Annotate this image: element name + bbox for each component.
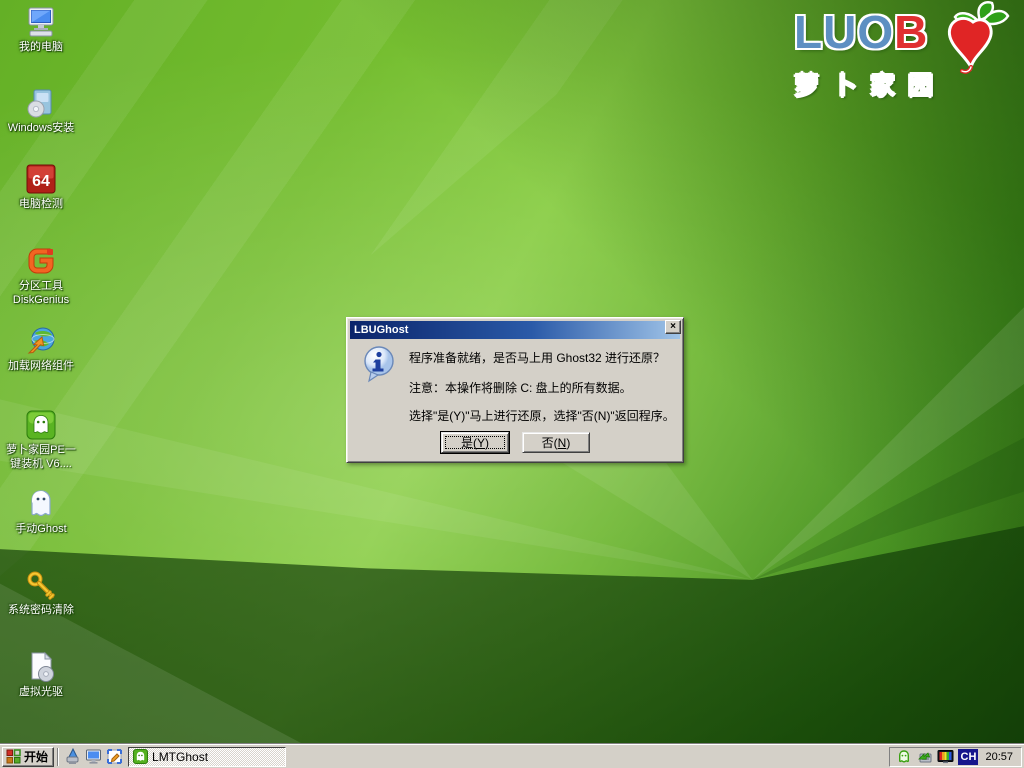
desktop-icon-windows-install[interactable]: Windows安装: [2, 86, 80, 134]
start-label: 开始: [24, 748, 48, 765]
dialog-line-1: 程序准备就绪，是否马上用 Ghost32 进行还原？: [409, 349, 665, 366]
task-button-label: LMTGhost: [152, 750, 208, 764]
ghost-icon: [24, 487, 58, 521]
desktop-icon-my-computer[interactable]: 我的电脑: [2, 5, 80, 53]
desktop-icon-label: 我的电脑: [19, 41, 63, 53]
green-ghost-icon: [24, 408, 58, 442]
tray-hardware-icon[interactable]: [916, 748, 933, 765]
yes-button[interactable]: 是(Y): [441, 432, 509, 453]
close-icon[interactable]: ×: [665, 320, 681, 334]
my-computer-icon: [24, 5, 58, 39]
tray-clock: 20:57: [982, 751, 1016, 763]
key-icon: [24, 568, 58, 602]
quicklaunch-sweep-icon[interactable]: [62, 747, 83, 767]
start-button[interactable]: 开始: [2, 747, 54, 767]
badge-64-icon: 64: [24, 162, 58, 196]
globe-arrow-icon: [24, 324, 58, 358]
desktop-icon-label: 手动Ghost: [15, 523, 66, 535]
logo-text-luo: LUO: [794, 6, 894, 58]
install-box-icon: [24, 86, 58, 120]
quicklaunch-display-icon[interactable]: [83, 747, 104, 767]
logo-text-b: B: [894, 6, 928, 58]
luobo-logo: LUOB 萝卜家园: [794, 6, 1010, 102]
desktop-icon-load-network[interactable]: 加载网络组件: [2, 324, 80, 372]
desktop-icon-label: 系统密码清除: [8, 604, 74, 616]
tray-display-icon[interactable]: [937, 748, 954, 765]
dialog-titlebar[interactable]: LBUGhost: [350, 321, 680, 339]
dialog-lbughost: LBUGhost × 程序准备就绪，是否马上用 Ghost32 进行还原？ 注意…: [346, 317, 684, 463]
diskgenius-icon: [24, 244, 58, 278]
desktop-icon-manual-ghost[interactable]: 手动Ghost: [2, 487, 80, 535]
virtual-drive-icon: [24, 650, 58, 684]
quicklaunch-desktop-edit-icon[interactable]: [104, 747, 125, 767]
desktop-icon-label: Windows安装: [8, 122, 75, 134]
svg-text:64: 64: [32, 173, 50, 190]
taskbar: 开始 LMTGhost: [0, 744, 1024, 768]
desktop-icon-label: 萝卜家园PE一: [6, 444, 76, 456]
lmtghost-icon: [133, 749, 148, 764]
desktop-icon-password-clear[interactable]: 系统密码清除: [2, 568, 80, 616]
desktop-icon-label: 加载网络组件: [8, 360, 74, 372]
no-button[interactable]: 否(N): [522, 432, 590, 453]
desktop-icon-label2: 键装机 V6....: [10, 458, 72, 470]
radish-icon: [940, 0, 1014, 74]
desktop-icon-diskgenius[interactable]: 分区工具 DiskGenius: [2, 244, 80, 306]
desktop-icon-label: 分区工具: [19, 280, 63, 292]
desktop-icon-pe-installer[interactable]: 萝卜家园PE一 键装机 V6....: [2, 408, 80, 470]
desktop-icon-label: 虚拟光驱: [19, 686, 63, 698]
dialog-line-3: 选择"是(Y)"马上进行还原，选择"否(N)"返回程序。: [409, 407, 675, 424]
desktop-icon-label2: DiskGenius: [13, 294, 69, 306]
taskbar-task-lmtghost[interactable]: LMTGhost: [128, 747, 286, 767]
start-icon: [6, 749, 21, 764]
taskbar-divider: [57, 748, 59, 766]
system-tray: CH 20:57: [889, 747, 1022, 767]
dialog-line-2: 注意：本操作将删除 C: 盘上的所有数据。: [409, 379, 632, 396]
input-language-indicator[interactable]: CH: [958, 749, 978, 765]
info-icon: [361, 345, 397, 385]
tray-ghost-icon[interactable]: [895, 748, 912, 765]
desktop-wallpaper: LUOB 萝卜家园 我的电脑: [0, 0, 1024, 768]
dialog-title: LBUGhost: [354, 324, 408, 336]
desktop-icon-label: 电脑检测: [19, 198, 63, 210]
desktop-icon-virtual-cdrom[interactable]: 虚拟光驱: [2, 650, 80, 698]
desktop-icon-pc-check[interactable]: 64 电脑检测: [2, 162, 80, 210]
